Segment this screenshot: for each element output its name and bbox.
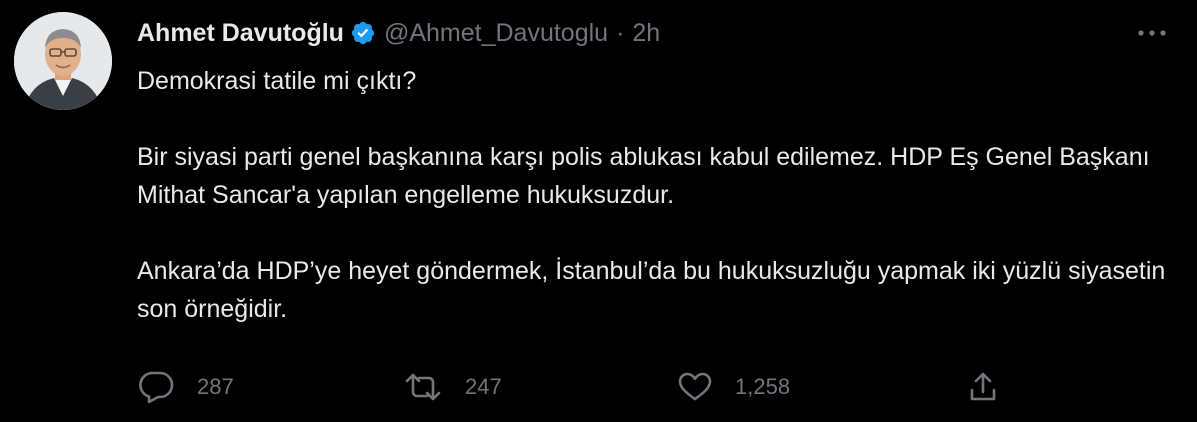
like-count: 1,258	[735, 374, 791, 399]
like-button[interactable]: 1,258	[677, 366, 790, 408]
tweet-actions: 287 247 1,258	[137, 366, 1017, 408]
tweet-timestamp[interactable]: 2h	[632, 19, 660, 48]
more-dots-icon[interactable]	[1135, 20, 1169, 46]
author-handle[interactable]: @Ahmet_Davutoglu	[384, 19, 608, 48]
retweet-icon	[403, 370, 443, 404]
author-display-name[interactable]: Ahmet Davutoğlu	[137, 19, 344, 48]
reply-bubble-icon	[137, 370, 175, 404]
verified-badge-icon	[350, 20, 376, 46]
heart-icon	[677, 371, 713, 403]
tweet-text: Demokrasi tatile mi çıktı? Bir siyasi pa…	[137, 62, 1167, 328]
avatar-image	[14, 12, 112, 110]
reply-button[interactable]: 287	[137, 366, 234, 408]
retweet-button[interactable]: 247	[403, 366, 502, 408]
share-upload-icon	[968, 370, 998, 404]
avatar[interactable]	[14, 12, 112, 110]
separator-dot: ·	[616, 18, 625, 47]
reply-count: 287	[197, 374, 234, 399]
retweet-count: 247	[465, 374, 502, 399]
tweet-paragraph: Bir siyasi parti genel başkanına karşı p…	[137, 143, 1150, 209]
tweet-header: Ahmet Davutoğlu @Ahmet_Davutoglu · 2h	[137, 14, 660, 52]
share-button[interactable]	[968, 366, 998, 408]
tweet-paragraph: Demokrasi tatile mi çıktı?	[137, 67, 417, 95]
tweet-paragraph: Ankara’da HDP’ye heyet göndermek, İstanb…	[137, 257, 1166, 323]
